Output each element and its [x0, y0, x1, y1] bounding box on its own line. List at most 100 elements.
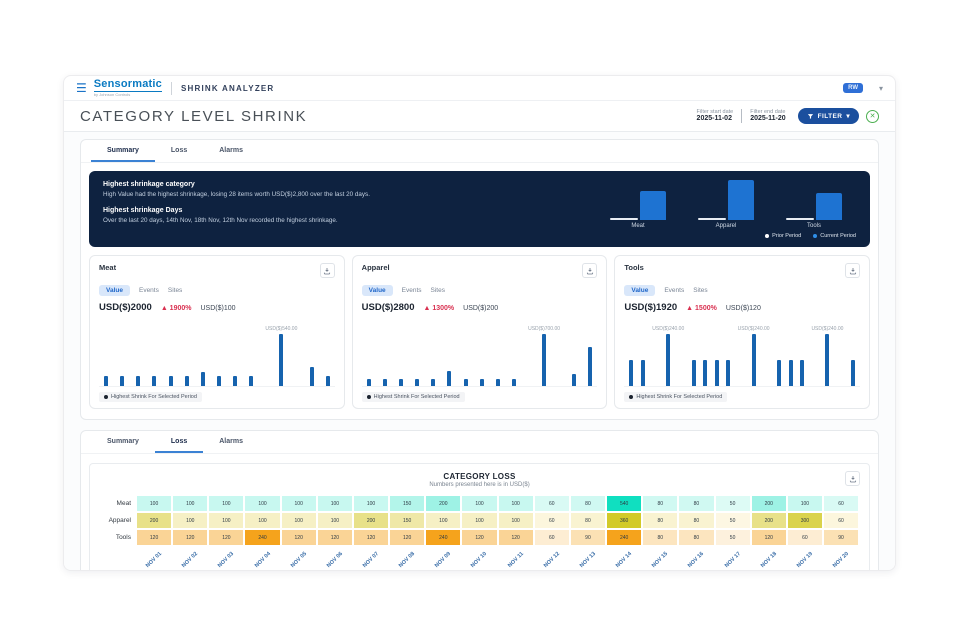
heatmap-cell[interactable]: 100	[787, 495, 823, 512]
chart-bar[interactable]	[641, 360, 645, 386]
heatmap-cell[interactable]: 80	[678, 495, 714, 512]
chart-bar[interactable]	[120, 376, 124, 386]
heatmap-cell[interactable]: 100	[208, 495, 244, 512]
chart-bar[interactable]	[104, 376, 108, 386]
heatmap-cell[interactable]: 100	[172, 512, 208, 529]
tab-summary[interactable]: Summary	[91, 140, 155, 162]
heatmap-cell[interactable]: 50	[715, 529, 751, 546]
card-tab-sites[interactable]: Sites	[693, 285, 707, 296]
chart-bar[interactable]	[399, 379, 403, 386]
card-tab-value[interactable]: Value	[624, 285, 655, 296]
download-button[interactable]	[320, 263, 335, 278]
heatmap-cell[interactable]: 80	[642, 495, 678, 512]
heatmap-cell[interactable]: 100	[461, 495, 497, 512]
heatmap-cell[interactable]: 90	[823, 529, 859, 546]
chart-bar[interactable]	[169, 376, 173, 386]
heatmap-cell[interactable]: 540	[606, 495, 642, 512]
chart-bar[interactable]	[415, 379, 419, 386]
chart-bar[interactable]	[310, 367, 314, 386]
heatmap-cell[interactable]: 100	[244, 495, 280, 512]
tab-loss[interactable]: Loss	[155, 431, 203, 453]
card-tab-sites[interactable]: Sites	[431, 285, 445, 296]
chart-bar[interactable]	[464, 379, 468, 386]
card-tab-events[interactable]: Events	[664, 285, 684, 296]
heatmap-cell[interactable]: 80	[678, 512, 714, 529]
heatmap-cell[interactable]: 80	[570, 512, 606, 529]
chart-bar[interactable]	[326, 376, 330, 386]
heatmap-cell[interactable]: 80	[642, 529, 678, 546]
heatmap-cell[interactable]: 100	[208, 512, 244, 529]
heatmap-cell[interactable]: 240	[244, 529, 280, 546]
heatmap-cell[interactable]: 100	[317, 495, 353, 512]
chart-bar[interactable]	[542, 334, 546, 386]
heatmap-cell[interactable]: 150	[389, 495, 425, 512]
heatmap-cell[interactable]: 100	[172, 495, 208, 512]
heatmap-cell[interactable]: 120	[389, 529, 425, 546]
heatmap-cell[interactable]: 100	[281, 495, 317, 512]
chart-bar[interactable]	[233, 376, 237, 386]
chart-bar[interactable]	[496, 379, 500, 386]
chart-bar[interactable]	[752, 334, 756, 386]
heatmap-cell[interactable]: 90	[570, 529, 606, 546]
chart-bar[interactable]	[279, 334, 283, 386]
heatmap-cell[interactable]: 120	[353, 529, 389, 546]
heatmap-cell[interactable]: 150	[389, 512, 425, 529]
chart-bar[interactable]	[185, 376, 189, 386]
chart-bar[interactable]	[512, 379, 516, 386]
heatmap-cell[interactable]: 60	[534, 512, 570, 529]
heatmap-cell[interactable]: 200	[353, 512, 389, 529]
heatmap-cell[interactable]: 80	[642, 512, 678, 529]
heatmap-cell[interactable]: 120	[461, 529, 497, 546]
heatmap-cell[interactable]: 60	[534, 495, 570, 512]
heatmap-cell[interactable]: 100	[317, 512, 353, 529]
heatmap-cell[interactable]: 240	[425, 529, 461, 546]
heatmap-cell[interactable]: 100	[461, 512, 497, 529]
chart-bar[interactable]	[367, 379, 371, 386]
chart-bar[interactable]	[383, 379, 387, 386]
heatmap-cell[interactable]: 200	[751, 512, 787, 529]
heatmap-cell[interactable]: 100	[498, 512, 534, 529]
heatmap-cell[interactable]: 100	[353, 495, 389, 512]
heatmap-cell[interactable]: 80	[678, 529, 714, 546]
heatmap-cell[interactable]: 120	[498, 529, 534, 546]
clear-filter-icon[interactable]: ✕	[866, 110, 879, 123]
tab-loss[interactable]: Loss	[155, 140, 203, 162]
chart-bar[interactable]	[666, 334, 670, 386]
heatmap-cell[interactable]: 60	[787, 529, 823, 546]
heatmap-cell[interactable]: 50	[715, 512, 751, 529]
tab-summary[interactable]: Summary	[91, 431, 155, 453]
heatmap-cell[interactable]: 100	[498, 495, 534, 512]
card-tab-value[interactable]: Value	[99, 285, 130, 296]
heatmap-cell[interactable]: 200	[136, 512, 172, 529]
chart-bar[interactable]	[629, 360, 633, 386]
heatmap-cell[interactable]: 100	[136, 495, 172, 512]
heatmap-cell[interactable]: 100	[281, 512, 317, 529]
user-avatar-badge[interactable]: RW	[843, 83, 863, 93]
download-button[interactable]	[582, 263, 597, 278]
tab-alarms[interactable]: Alarms	[203, 140, 259, 162]
chart-bar[interactable]	[447, 371, 451, 386]
heatmap-cell[interactable]: 240	[606, 529, 642, 546]
heatmap-cell[interactable]: 60	[823, 512, 859, 529]
heatmap-cell[interactable]: 200	[751, 495, 787, 512]
heatmap-cell[interactable]: 120	[136, 529, 172, 546]
heatmap-cell[interactable]: 100	[425, 512, 461, 529]
card-tab-events[interactable]: Events	[402, 285, 422, 296]
user-menu-chevron-icon[interactable]: ▾	[879, 84, 883, 93]
chart-bar[interactable]	[249, 376, 253, 386]
chart-bar[interactable]	[692, 360, 696, 386]
chart-bar[interactable]	[851, 360, 855, 386]
chart-bar[interactable]	[136, 376, 140, 386]
chart-bar[interactable]	[431, 379, 435, 386]
hamburger-menu-icon[interactable]: ☰	[76, 82, 87, 94]
chart-bar[interactable]	[217, 376, 221, 386]
heatmap-cell[interactable]: 120	[208, 529, 244, 546]
heatmap-cell[interactable]: 60	[534, 529, 570, 546]
heatmap-cell[interactable]: 120	[281, 529, 317, 546]
filter-button[interactable]: FILTER ▾	[798, 108, 859, 124]
heatmap-cell[interactable]: 80	[570, 495, 606, 512]
download-button[interactable]	[845, 263, 860, 278]
heatmap-cell[interactable]: 200	[425, 495, 461, 512]
heatmap-cell[interactable]: 360	[606, 512, 642, 529]
chart-bar[interactable]	[703, 360, 707, 386]
